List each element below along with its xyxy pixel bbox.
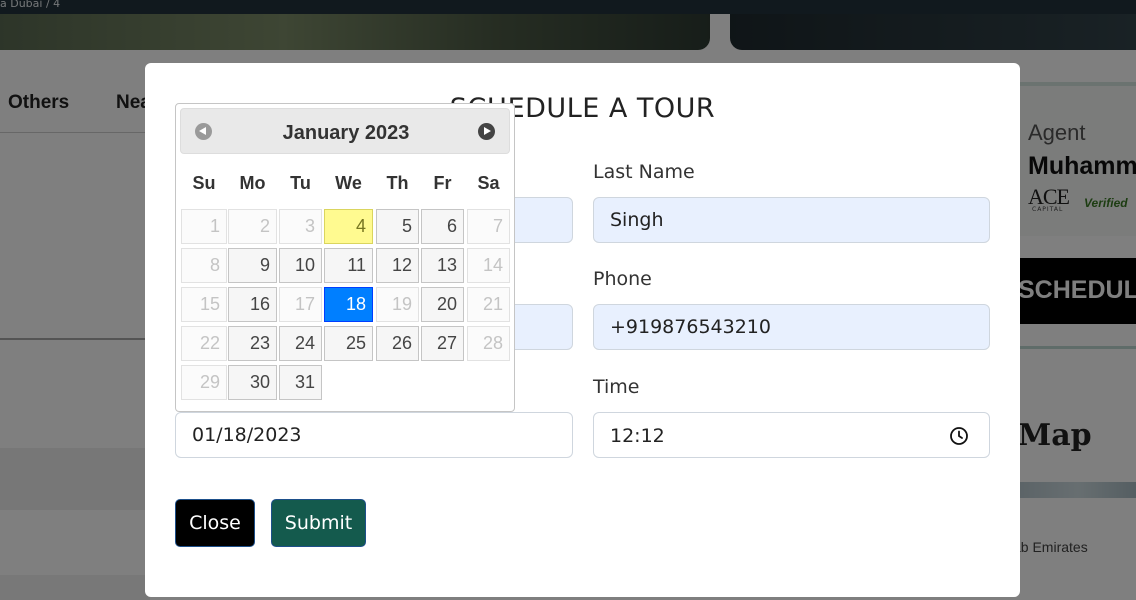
calendar-day-today[interactable]: 4 (324, 209, 373, 244)
close-button[interactable]: Close (175, 499, 255, 547)
calendar-day: 14 (467, 248, 510, 283)
weekday-header: Fr (433, 173, 452, 193)
calendar-day[interactable]: 31 (279, 365, 322, 400)
calendar-day[interactable]: 11 (324, 248, 373, 283)
datepicker-popup: January 2023 Su Mo Tu We Th Fr Sa 1 2 3 4 5 6 7 8 9 10 11… (175, 103, 515, 412)
calendar-day: 7 (467, 209, 510, 244)
weekday-header: Tu (290, 173, 311, 193)
time-input[interactable]: 12:12 (593, 412, 990, 458)
calendar-day-selected[interactable]: 18 (324, 287, 373, 322)
calendar-day[interactable]: 30 (228, 365, 277, 400)
clock-icon[interactable] (949, 426, 969, 446)
calendar-day[interactable]: 13 (421, 248, 464, 283)
calendar-day[interactable]: 5 (376, 209, 419, 244)
last-name-input[interactable]: Singh (593, 197, 990, 243)
calendar-day[interactable]: 16 (228, 287, 277, 322)
datepicker-month-title: January 2023 (282, 122, 410, 144)
weekday-header: Th (386, 173, 409, 193)
calendar-day: 19 (376, 287, 419, 322)
calendar-day[interactable]: 12 (376, 248, 419, 283)
calendar-day: 2 (228, 209, 277, 244)
calendar-day[interactable]: 26 (376, 326, 419, 361)
next-month-icon[interactable] (478, 123, 495, 140)
calendar-day: 8 (181, 248, 227, 283)
weekday-header: Sa (477, 173, 500, 193)
calendar-day: 1 (181, 209, 227, 244)
calendar-day: 21 (467, 287, 510, 322)
calendar-day: 22 (181, 326, 227, 361)
calendar-day: 29 (181, 365, 227, 400)
calendar-day[interactable]: 23 (228, 326, 277, 361)
date-value: 01/18/2023 (192, 424, 302, 446)
calendar-day: 28 (467, 326, 510, 361)
last-name-label: Last Name (593, 161, 695, 183)
weekday-header: Mo (239, 173, 266, 193)
date-input[interactable]: 01/18/2023 (175, 412, 573, 458)
calendar-day[interactable]: 24 (279, 326, 322, 361)
last-name-value: Singh (610, 209, 664, 231)
time-label: Time (593, 376, 640, 398)
datepicker-header: January 2023 (180, 108, 510, 154)
calendar-day[interactable]: 27 (421, 326, 464, 361)
calendar-day[interactable]: 20 (421, 287, 464, 322)
phone-input[interactable]: +919876543210 (593, 304, 990, 350)
calendar-day: 17 (279, 287, 322, 322)
calendar-day[interactable]: 6 (421, 209, 464, 244)
calendar-day[interactable]: 25 (324, 326, 373, 361)
calendar-day: 3 (279, 209, 322, 244)
weekday-header: We (335, 173, 362, 193)
weekday-header: Su (192, 173, 216, 193)
phone-label: Phone (593, 268, 652, 290)
time-value: 12:12 (610, 425, 665, 447)
phone-value: +919876543210 (610, 316, 771, 338)
calendar-day[interactable]: 10 (279, 248, 322, 283)
calendar-day: 15 (181, 287, 227, 322)
submit-button[interactable]: Submit (271, 499, 366, 547)
calendar-day[interactable]: 9 (228, 248, 277, 283)
